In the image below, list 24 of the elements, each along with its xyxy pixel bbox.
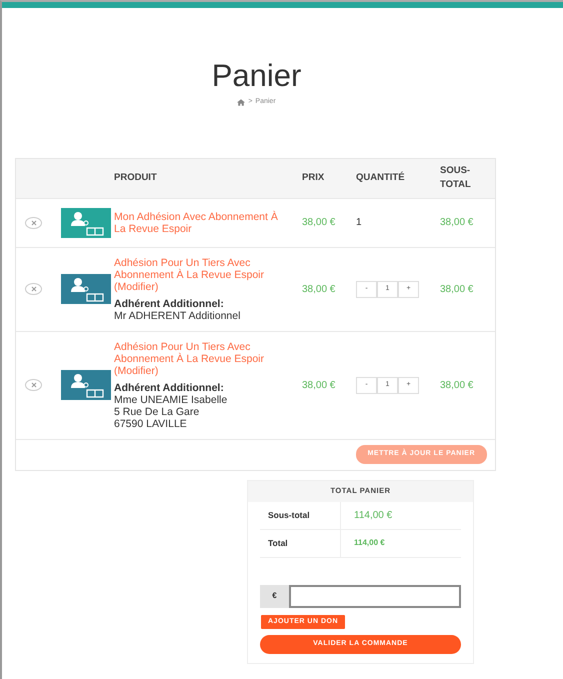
total-label: Sous-total [260,502,341,529]
price: 38,00 € [302,216,336,230]
column-header: PRIX [302,170,326,185]
column-header: SOUS-TOTAL [440,164,472,192]
remove-icon[interactable] [25,216,42,229]
quantity: 1 [356,217,362,228]
item-details: Adhérent Additionnel: Mme UNEAMIE Isabelle 5 Rue De La Gare 67590 LAVILLE [114,382,228,430]
column-header: PRODUIT [114,170,158,185]
total-label: Total [260,530,341,557]
total-value: 114,00 € [353,508,394,523]
price: 38,00 € [302,282,336,297]
remove-icon[interactable] [25,283,42,296]
donation-field[interactable] [289,584,461,608]
remove-icon[interactable] [25,379,42,392]
home-icon[interactable] [237,98,246,106]
subtotal: 38,00 € [440,216,474,230]
page-title: Panier [210,59,302,94]
subtotal: 38,00 € [440,378,474,393]
item-details: Adhérent Additionnel: Mr ADHERENT Additionnel [114,298,242,322]
subtotal: 38,00 € [440,282,474,297]
currency-label: € [260,584,289,608]
total-value: 114,00 € [353,537,386,550]
column-header: QUANTITÉ [356,170,406,185]
price: 38,00 € [302,378,336,393]
